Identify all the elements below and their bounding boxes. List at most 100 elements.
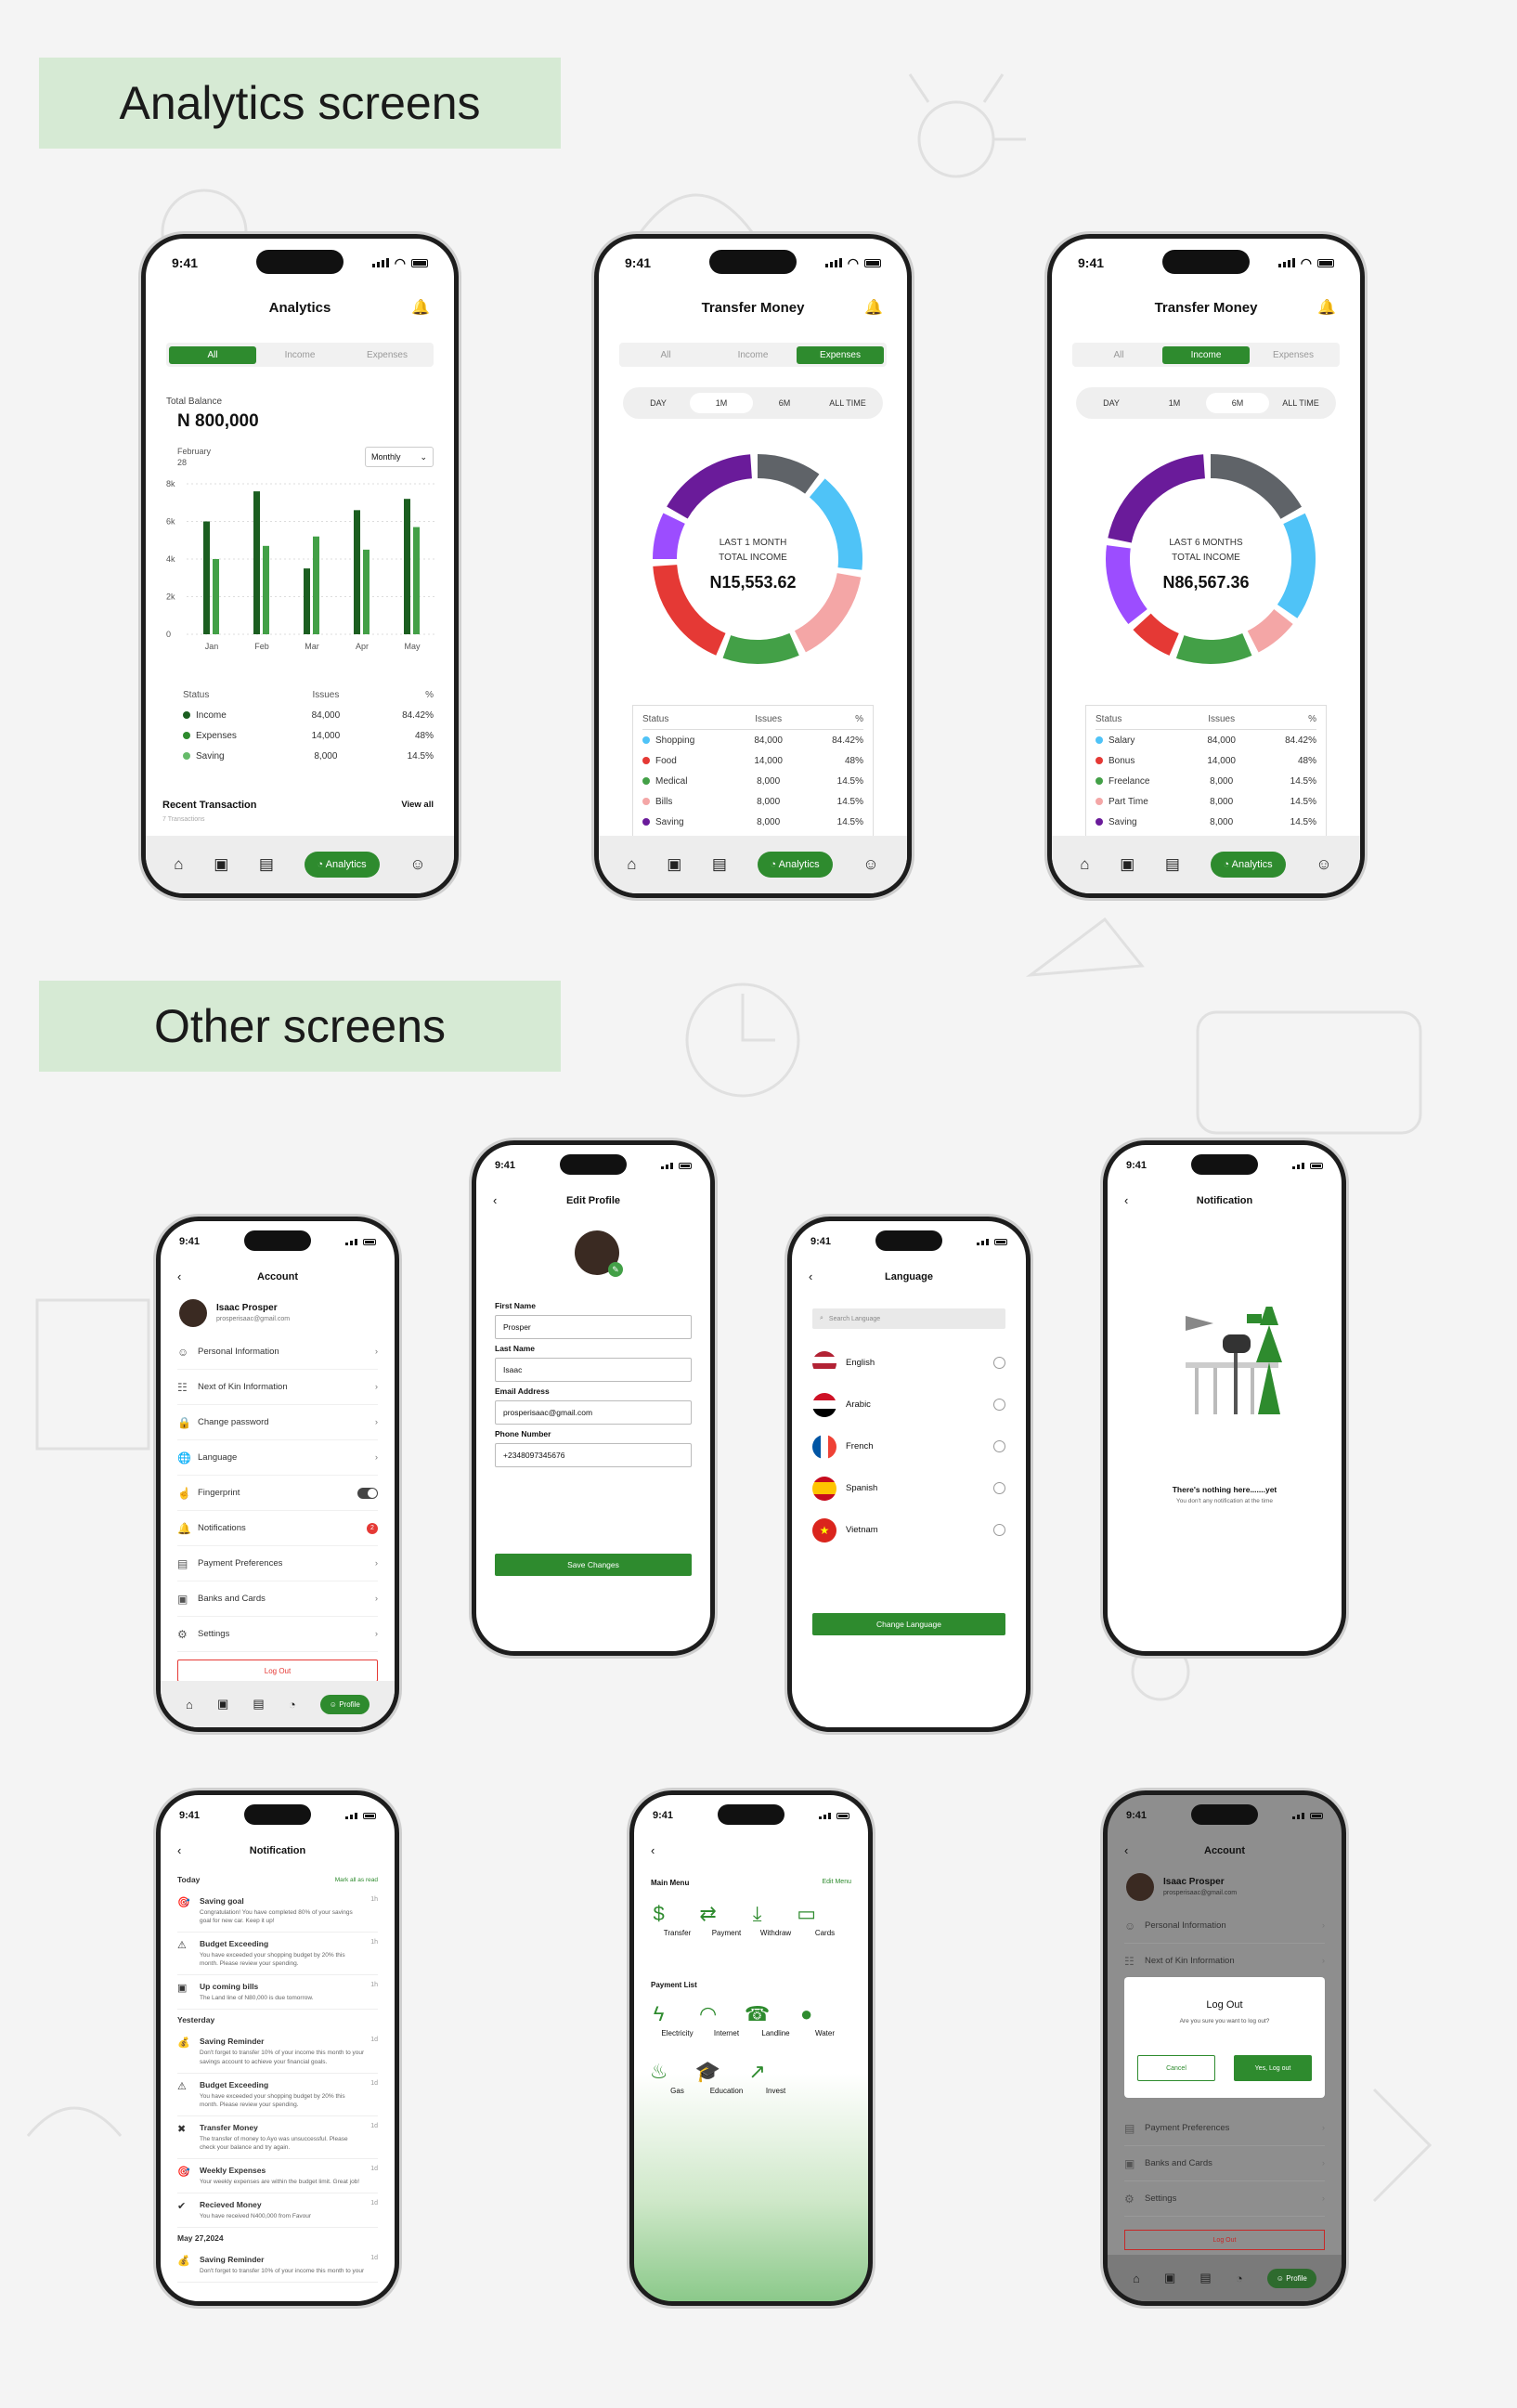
back-icon[interactable]: ‹ [651,1843,655,1857]
language-item-english[interactable]: English [812,1342,1005,1384]
notification-item[interactable]: ⚠ Budget Exceeding You have exceeded your … [177,1933,378,1976]
wallet-icon[interactable]: ▣ [214,855,228,874]
notification-item[interactable]: ⚠ Budget Exceeding You have exceeded your … [177,2074,378,2116]
bell-icon[interactable]: 🔔 [864,298,883,317]
language-item-arabic[interactable]: Arabic [812,1384,1005,1425]
fingerprint-toggle[interactable] [357,1487,378,1499]
period-day[interactable]: DAY [1080,393,1143,413]
language-item-french[interactable]: French [812,1425,1005,1467]
menu-item[interactable]: ☝ Fingerprint [177,1476,378,1511]
menu-item[interactable]: ▣ Banks and Cards › [177,1581,378,1617]
notification-item[interactable]: ✖ Transfer Money The transfer of money to … [177,2116,378,2160]
bell-icon[interactable]: 🔔 [1317,298,1336,317]
period-6m[interactable]: 6M [753,393,816,413]
period-6m[interactable]: 6M [1206,393,1269,413]
bell-icon[interactable]: 🔔 [411,298,430,317]
receipt-icon[interactable]: ▤ [712,855,727,874]
wallet-icon[interactable]: ▣ [667,855,681,874]
logout-button[interactable]: Log Out [177,1660,378,1682]
pay-invest[interactable]: ↗ Invest [748,2057,800,2095]
view-all-link[interactable]: View all [401,800,434,810]
period-all[interactable]: ALL TIME [1269,393,1332,413]
change-language-button[interactable]: Change Language [812,1613,1005,1635]
home-icon[interactable]: ⌂ [1133,2271,1140,2285]
tab-all[interactable]: All [169,345,256,364]
menu-cards[interactable]: ▭ Cards [797,1899,849,1937]
logout-button[interactable]: Log Out [1124,2230,1325,2250]
radio-button[interactable] [993,1524,1005,1536]
notification-item[interactable]: 🎯 Weekly Expenses Your weekly expenses are… [177,2159,378,2194]
notification-item[interactable]: 💰 Saving Reminder Don't forget to transfer… [177,2248,378,2284]
pay-education[interactable]: 🎓 Education [695,2057,751,2095]
nav-analytics[interactable]: ◔ Analytics [757,852,833,878]
tab-expenses[interactable]: Expenses [1250,346,1337,364]
notification-item[interactable]: 💰 Saving Reminder Don't forget to transfer… [177,2030,378,2074]
edit-menu-link[interactable]: Edit Menu [822,1879,851,1885]
tab-income[interactable]: Income [256,346,344,364]
menu-item[interactable]: ▤ Payment Preferences › [177,1546,378,1581]
home-icon[interactable]: ⌂ [627,855,636,874]
analytics-icon[interactable]: ◔ [1236,2271,1243,2285]
notification-item[interactable]: 🎯 Saving goal Congratulation! You have com… [177,1890,378,1933]
confirm-logout-button[interactable]: Yes, Log out [1234,2055,1312,2081]
home-icon[interactable]: ⌂ [186,1698,193,1712]
menu-item[interactable]: ⚙ Settings › [1124,2181,1325,2217]
menu-transfer[interactable]: $ Transfer [653,1899,702,1937]
menu-item[interactable]: 🌐 Language › [177,1440,378,1476]
profile-icon[interactable]: ☺ [862,855,878,874]
analytics-icon[interactable]: ◔ [289,1698,296,1712]
radio-button[interactable] [993,1482,1005,1494]
radio-button[interactable] [993,1357,1005,1369]
period-select[interactable]: Monthly ⌄ [365,447,434,467]
menu-item[interactable]: ☷ Next of Kin Information › [177,1370,378,1405]
period-day[interactable]: DAY [627,393,690,413]
menu-item[interactable]: 🔔 Notifications 2 [177,1511,378,1546]
nav-profile[interactable]: ☺ Profile [319,1694,370,1714]
nav-analytics[interactable]: ◔ Analytics [1210,852,1286,878]
tab-all[interactable]: All [622,346,709,364]
menu-item[interactable]: 🔒 Change password › [177,1405,378,1440]
menu-item[interactable]: ⚙ Settings › [177,1617,378,1652]
wallet-icon[interactable]: ▣ [217,1697,228,1712]
pay-electricity[interactable]: ϟ Electricity [653,1999,702,2037]
mark-all-read-link[interactable]: Mark all as read [335,1877,378,1883]
menu-item[interactable]: ☺ Personal Information › [1124,1908,1325,1944]
nav-analytics[interactable]: ◔ Analytics [304,852,380,878]
tab-expenses[interactable]: Expenses [797,345,884,364]
nav-profile[interactable]: ☺ Profile [1266,2268,1316,2288]
menu-item[interactable]: ▤ Payment Preferences › [1124,2111,1325,2146]
menu-withdraw[interactable]: ⤓ Withdraw [751,1899,800,1937]
receipt-icon[interactable]: ▤ [253,1697,264,1712]
cancel-button[interactable]: Cancel [1137,2055,1215,2081]
phone-input[interactable]: +2348097345676 [495,1443,692,1467]
search-input[interactable]: ⌕ Search Language [812,1308,1005,1329]
notification-item[interactable]: ▣ Up coming bills The Land line of N80,000… [177,1975,378,2011]
profile-icon[interactable]: ☺ [1316,855,1331,874]
wallet-icon[interactable]: ▣ [1164,2271,1175,2285]
menu-item[interactable]: ☺ Personal Information › [177,1334,378,1370]
last-name-input[interactable]: Isaac [495,1358,692,1382]
period-1m[interactable]: 1M [690,393,753,413]
radio-button[interactable] [993,1399,1005,1411]
tab-expenses[interactable]: Expenses [344,346,431,364]
language-item-spanish[interactable]: Spanish [812,1467,1005,1509]
language-item-vietnam[interactable]: ★ Vietnam [812,1509,1005,1551]
receipt-icon[interactable]: ▤ [1199,2271,1211,2285]
profile-icon[interactable]: ☺ [409,855,425,874]
email-input[interactable]: prosperisaac@gmail.com [495,1400,692,1425]
receipt-icon[interactable]: ▤ [1165,855,1180,874]
period-all[interactable]: ALL TIME [816,393,879,413]
receipt-icon[interactable]: ▤ [259,855,274,874]
edit-photo-icon[interactable]: ✎ [608,1262,623,1277]
home-icon[interactable]: ⌂ [1080,855,1089,874]
menu-item[interactable]: ☷ Next of Kin Information › [1124,1944,1325,1979]
pay-landline[interactable]: ☎ Landline [745,1999,800,2037]
menu-item[interactable]: ▣ Banks and Cards › [1124,2146,1325,2181]
first-name-input[interactable]: Prosper [495,1315,692,1339]
notification-item[interactable]: ✔ Recieved Money You have received N400,00… [177,2193,378,2229]
menu-payment[interactable]: ⇄ Payment [699,1899,751,1937]
pay-water[interactable]: ● Water [800,1999,849,2037]
home-icon[interactable]: ⌂ [174,855,183,874]
tab-all[interactable]: All [1075,346,1162,364]
tab-income[interactable]: Income [1162,345,1250,364]
